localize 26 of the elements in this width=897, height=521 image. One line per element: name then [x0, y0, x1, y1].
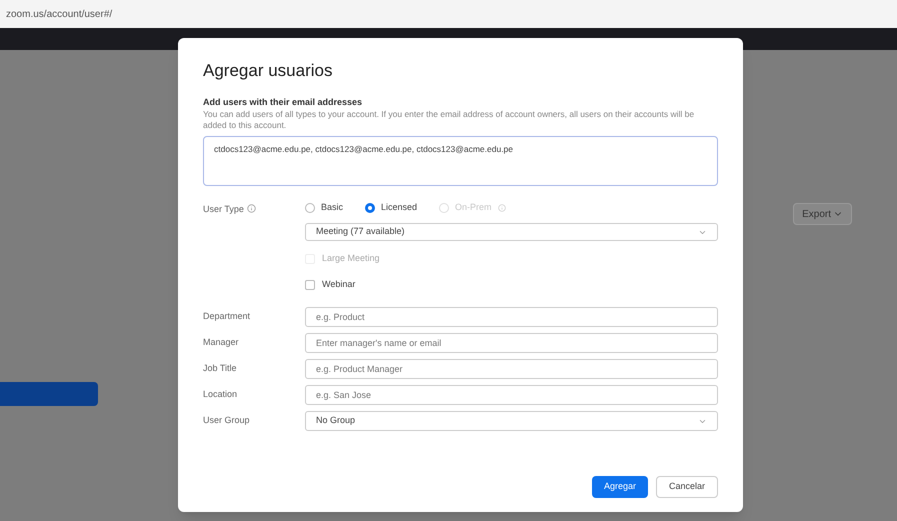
radio-option[interactable]: Licensed [365, 201, 418, 215]
field-label: Job Title [203, 362, 238, 376]
text-field[interactable]: e.g. Product [305, 307, 718, 327]
info-icon [246, 204, 256, 213]
text-field[interactable]: e.g. San Jose [305, 385, 718, 405]
license-select[interactable]: Meeting (77 available) [305, 223, 718, 241]
description-text: You can add users of all types to your account. If you enter the email address of account owners, all users on their accounts will be added to this account. [203, 109, 696, 131]
field-label: Location [203, 388, 238, 402]
text-field[interactable]: Enter manager's name or email [305, 333, 718, 353]
dialog-title: Agregar usuarios [203, 60, 334, 82]
add-button[interactable]: Agregar [592, 476, 648, 498]
export-button[interactable]: Export [793, 203, 852, 225]
address-text[interactable]: zoom.us/account/user#/ [6, 6, 112, 22]
section-title: Add users with their email addresses [203, 96, 364, 108]
field-label: User Group [203, 414, 251, 428]
text-field[interactable]: e.g. Product Manager [305, 359, 718, 379]
field-label: Department [203, 310, 252, 324]
email-textarea[interactable]: ctdocs123@acme.edu.pe, ctdocs123@acme.edu.pe, ctdocs123@acme.edu.pe [203, 136, 718, 186]
sidebar-button[interactable] [0, 382, 98, 406]
info-icon [498, 204, 506, 212]
group-select[interactable]: No Group [305, 411, 718, 431]
cancel-button[interactable]: Cancelar [656, 476, 718, 498]
field-label: User Type [203, 203, 244, 216]
field-label: Manager [203, 336, 240, 350]
radio-option[interactable]: Basic [305, 201, 344, 215]
checkbox-option[interactable]: Webinar [305, 277, 718, 293]
